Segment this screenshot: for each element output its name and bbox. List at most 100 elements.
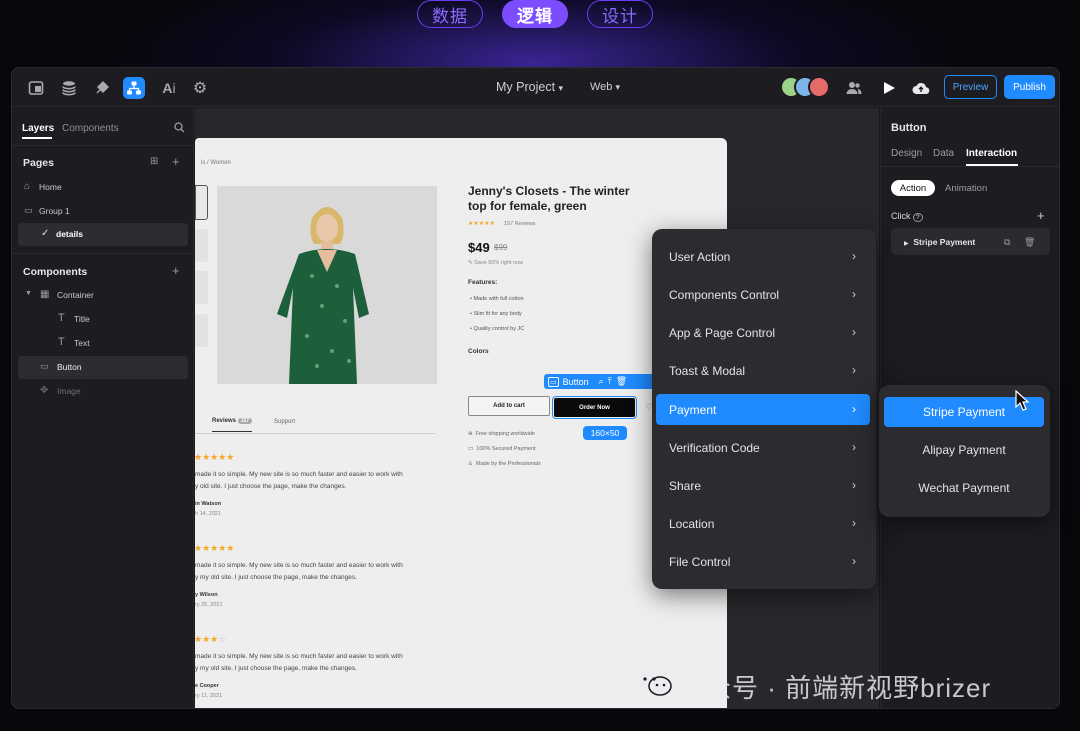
old-price: $99 [494, 243, 508, 252]
divider [12, 145, 194, 146]
layers-panel: Layers Components Pages ⊞ + ⌂ Home ▭ Gro… [12, 108, 194, 708]
layer-button[interactable]: Button [57, 362, 82, 372]
menu-item-toast-modal[interactable]: Toast & Modal › [656, 355, 870, 386]
search-icon[interactable] [174, 122, 185, 136]
submenu-wechat-payment[interactable]: Wechat Payment [884, 473, 1044, 503]
tab-components[interactable]: Components [62, 123, 119, 134]
add-component-icon[interactable]: + [172, 263, 180, 278]
wechat-icon [636, 669, 672, 704]
product-title-line1: Jenny's Closets - The winter [468, 184, 630, 198]
users-icon[interactable] [843, 77, 865, 99]
publish-button[interactable]: Publish [1004, 75, 1055, 99]
platform-selector[interactable]: Web ▾ [590, 81, 620, 93]
tab-layers[interactable]: Layers [22, 123, 54, 134]
tab-support[interactable]: Support [274, 419, 295, 425]
save-text: Save 50% right now [474, 260, 524, 266]
subtab-action[interactable]: Action [891, 180, 935, 196]
colors-title: Colors [468, 348, 489, 355]
cloud-upload-icon[interactable] [910, 77, 932, 99]
menu-item-components-control[interactable]: Components Control › [656, 279, 870, 310]
avatar[interactable] [808, 76, 830, 98]
tab-interaction[interactable]: Interaction [966, 148, 1017, 159]
thumbnail[interactable] [195, 314, 208, 347]
review-text: y my old site. I just choose the page, m… [195, 574, 357, 581]
tab-data-props[interactable]: Data [933, 148, 954, 159]
thumbnail[interactable] [195, 271, 208, 304]
layer-container[interactable]: Container [57, 290, 94, 300]
chevron-right-icon: › [852, 287, 856, 301]
platform-name: Web [590, 81, 613, 93]
preview-button[interactable]: Preview [944, 75, 997, 99]
add-to-cart-button[interactable]: Add to cart [468, 396, 550, 416]
page-item-details[interactable]: details [56, 229, 83, 239]
gear-icon[interactable]: ⚙ [189, 77, 211, 99]
plugin-icon[interactable] [91, 77, 113, 99]
layer-title[interactable]: Title [74, 314, 90, 324]
tab-design[interactable]: 设计 [587, 0, 653, 28]
screenshot-stage: 数据 逻辑 设计 Ai ⚙ My Project ▾ Web ▾ Preview… [0, 0, 1080, 731]
home-icon: ⌂ [24, 181, 31, 192]
copy-icon[interactable]: ⧉ [1004, 237, 1010, 248]
page-item-group[interactable]: Group 1 [39, 206, 70, 216]
menu-item-user-action[interactable]: User Action › [656, 241, 870, 272]
layer-image[interactable]: Image [57, 386, 81, 396]
add-page-icon[interactable]: + [172, 154, 180, 169]
add-page-folder-icon[interactable]: ⊞ [150, 156, 158, 167]
tab-underline [22, 137, 52, 139]
review-date: h 14, 2021 [195, 511, 221, 517]
trigger-click-label: Click ? [891, 211, 923, 222]
feature-item: • Quality control by JC [470, 326, 525, 332]
page-item-home[interactable]: Home [39, 182, 62, 192]
pages-icon[interactable] [25, 77, 47, 99]
caret-down-icon[interactable]: ▼ [25, 290, 32, 297]
caret-right-icon: ▶ [904, 241, 909, 247]
submenu-alipay-payment[interactable]: Alipay Payment [884, 435, 1044, 465]
components-title: Components [23, 266, 88, 278]
price: $49 [468, 240, 490, 255]
chevron-right-icon: › [852, 325, 856, 339]
menu-item-location[interactable]: Location › [656, 508, 870, 539]
move-up-icon[interactable]: ⤒ [608, 376, 612, 387]
logic-tree-icon[interactable] [123, 77, 145, 99]
menu-item-verification-code[interactable]: Verification Code › [656, 432, 870, 463]
menu-item-share[interactable]: Share › [656, 470, 870, 501]
tab-reviews[interactable]: Reviews 157 [212, 418, 253, 424]
layer-text[interactable]: Text [74, 338, 90, 348]
ai-icon[interactable]: Ai [156, 77, 182, 99]
product-page-preview: ls / Women Jenny's Closets - The winter … [195, 138, 727, 708]
tab-underline [212, 431, 252, 432]
order-now-button[interactable]: Order Now [552, 396, 637, 419]
help-icon[interactable]: ? [913, 213, 923, 222]
chevron-right-icon: › [852, 554, 856, 568]
thumbnail[interactable] [195, 229, 208, 262]
text-type-icon: T [58, 312, 65, 324]
review-stars: ★★★★★ [195, 452, 235, 462]
product-image [217, 186, 437, 384]
play-icon[interactable] [878, 77, 900, 99]
trash-icon[interactable]: 🗑 [616, 376, 627, 387]
menu-item-app-page-control[interactable]: App & Page Control › [656, 317, 870, 348]
tab-data[interactable]: 数据 [417, 0, 483, 28]
review-text: y my old site. I just choose the page, m… [195, 665, 357, 672]
reviews-count[interactable]: 157 Reviews [504, 221, 536, 227]
review-text: made it so simple. My new site is so muc… [195, 471, 403, 478]
database-icon[interactable] [58, 77, 80, 99]
review-author: in Watson [195, 501, 222, 507]
chevron-down-icon: ▾ [558, 83, 564, 93]
select-parent-icon[interactable]: ⌕ [599, 376, 604, 387]
tab-design-props[interactable]: Design [891, 148, 922, 159]
trash-icon[interactable]: 🗑 [1024, 237, 1035, 248]
action-item[interactable]: ▶ Stripe Payment [904, 237, 975, 247]
add-action-icon[interactable]: + [1037, 208, 1045, 223]
perk-item: ▭ 100% Secured Payment [468, 446, 536, 452]
panel-title: Button [891, 122, 927, 134]
menu-item-file-control[interactable]: File Control › [656, 546, 870, 577]
selection-toolbar[interactable]: ▭ Button ⌕ ⤒ 🗑 [544, 374, 662, 389]
subtab-animation[interactable]: Animation [945, 183, 987, 194]
menu-item-payment[interactable]: Payment › [656, 394, 870, 425]
tab-logic[interactable]: 逻辑 [502, 0, 568, 28]
project-selector[interactable]: My Project ▾ [496, 80, 563, 94]
review-stars: ★★★☆ [195, 634, 227, 644]
check-icon: ✓ [41, 228, 50, 239]
thumbnail[interactable] [195, 185, 208, 220]
